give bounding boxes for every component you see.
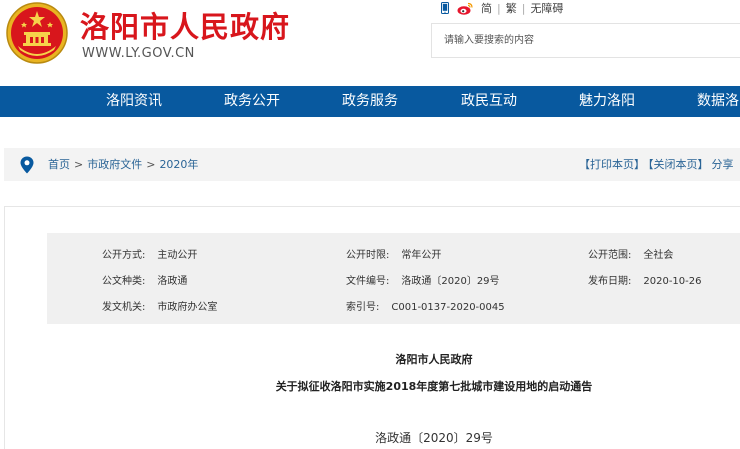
- close-page-link[interactable]: 【关闭本页】: [648, 158, 709, 171]
- nav-item-government-services[interactable]: 政务服务: [342, 86, 398, 117]
- main-nav: 洛阳资讯 政务公开 政务服务 政民互动 魅力洛阳 数据洛阳: [0, 86, 740, 117]
- meta-label: 公开时限:: [346, 250, 390, 261]
- simplified-chinese-link[interactable]: 简: [481, 0, 492, 16]
- nav-item-government-affairs[interactable]: 政务公开: [224, 86, 280, 117]
- meta-label: 发文机关:: [102, 302, 146, 313]
- meta-label: 公文种类:: [102, 276, 146, 287]
- meta-index-number: 索引号: C001-0137-2020-0045: [346, 298, 505, 313]
- document-meta-table: 公开方式: 主动公开 公开时限: 常年公开 公开范围: 全社会 公文种类: 洛政通 文件…: [47, 233, 740, 324]
- top-tools: 简 | 繁 | 无障碍: [441, 0, 563, 16]
- document-issuing-org: 洛阳市人民政府: [395, 353, 473, 366]
- meta-value: 洛政通: [157, 276, 188, 287]
- meta-issuer: 发文机关: 市政府办公室: [102, 298, 217, 313]
- nav-item-charm-luoyang[interactable]: 魅力洛阳: [579, 86, 635, 117]
- search-box: [431, 23, 740, 58]
- meta-publish-date: 发布日期: 2020-10-26: [588, 272, 702, 287]
- location-pin-icon: [20, 156, 34, 174]
- meta-label: 索引号:: [346, 302, 380, 313]
- meta-value: 洛政通〔2020〕29号: [401, 276, 500, 287]
- nav-item-public-interaction[interactable]: 政民互动: [461, 86, 517, 117]
- site-url: WWW.LY.GOV.CN: [82, 46, 195, 61]
- site-title[interactable]: 洛阳市人民政府: [80, 4, 290, 46]
- meta-label: 文件编号:: [346, 276, 390, 287]
- meta-value: 2020-10-26: [643, 276, 702, 287]
- meta-doc-number: 文件编号: 洛政通〔2020〕29号: [346, 272, 500, 287]
- meta-label: 公开范围:: [588, 250, 632, 261]
- breadcrumb-year-2020[interactable]: 2020年: [159, 158, 198, 171]
- meta-label: 发布日期:: [588, 276, 632, 287]
- page-actions: 【打印本页】 【关闭本页】 分享: [579, 148, 737, 181]
- site-header: 洛阳市人民政府 WWW.LY.GOV.CN 简 | 繁 | 无障碍: [0, 0, 740, 86]
- traditional-chinese-link[interactable]: 繁: [506, 0, 517, 16]
- tool-separator: |: [521, 1, 526, 15]
- weibo-icon[interactable]: [457, 2, 473, 15]
- meta-value: 市政府办公室: [157, 302, 218, 313]
- document-title: 关于拟征收洛阳市实施2018年度第七批城市建设用地的启动通告: [275, 380, 593, 393]
- meta-doc-type: 公文种类: 洛政通: [102, 272, 187, 287]
- breadcrumb-separator: >: [146, 158, 156, 171]
- meta-label: 公开方式:: [102, 250, 146, 261]
- breadcrumb-separator: >: [74, 158, 84, 171]
- accessibility-link[interactable]: 无障碍: [530, 0, 563, 16]
- meta-public-mode: 公开方式: 主动公开: [102, 246, 197, 261]
- meta-value: 主动公开: [157, 250, 198, 261]
- search-input[interactable]: [432, 24, 740, 57]
- meta-public-scope: 公开范围: 全社会: [588, 246, 673, 261]
- breadcrumb-home[interactable]: 首页: [48, 158, 70, 171]
- national-emblem-icon[interactable]: [6, 2, 68, 64]
- nav-item-data-luoyang[interactable]: 数据洛阳: [697, 86, 740, 117]
- mobile-phone-icon[interactable]: [441, 2, 449, 14]
- breadcrumb-bar: 首页 > 市政府文件 >2020年 【打印本页】 【关闭本页】 分享: [4, 148, 740, 181]
- breadcrumb: 首页 > 市政府文件 >2020年: [48, 148, 198, 181]
- share-link[interactable]: 分享: [712, 158, 734, 171]
- breadcrumb-city-gov-documents[interactable]: 市政府文件: [87, 158, 142, 171]
- meta-value: C001-0137-2020-0045: [391, 302, 505, 313]
- print-page-link[interactable]: 【打印本页】: [579, 158, 645, 171]
- meta-public-period: 公开时限: 常年公开: [346, 246, 441, 261]
- nav-item-luoyang-news[interactable]: 洛阳资讯: [106, 86, 162, 117]
- tool-separator: |: [497, 1, 501, 15]
- document-number: 洛政通〔2020〕29号: [375, 431, 493, 445]
- meta-value: 全社会: [643, 250, 674, 261]
- meta-value: 常年公开: [401, 250, 442, 261]
